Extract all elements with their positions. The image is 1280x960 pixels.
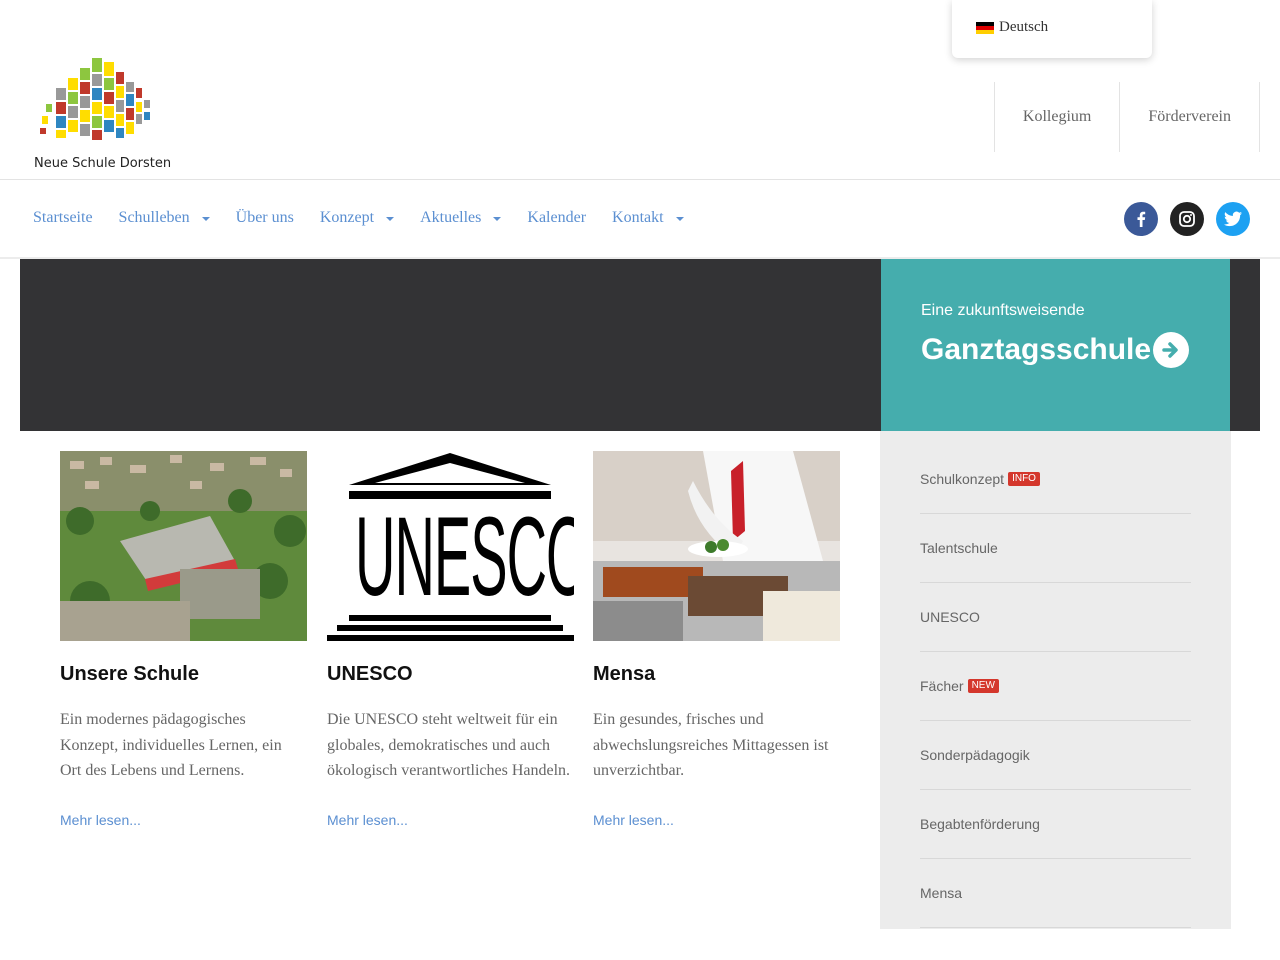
nav-item-label: Konzept bbox=[319, 209, 375, 226]
card-text: Ein modernes pädagogisches Konzept, indi… bbox=[60, 711, 282, 779]
hero-subtitle: Eine zukunftsweisende bbox=[921, 302, 1085, 319]
sidebar-item-begabtenfoerderung[interactable]: Begabtenförderung bbox=[920, 790, 1191, 859]
card-unesco: UNESCO UNESCO Die UNESCO steht weltweit … bbox=[327, 451, 574, 828]
german-flag-icon bbox=[976, 22, 994, 34]
sidebar-item-talentschule[interactable]: Talentschule bbox=[920, 514, 1191, 583]
sidebar-item-faecher[interactable]: Fächer NEW bbox=[920, 652, 1191, 721]
read-more-link[interactable]: Mehr lesen... bbox=[327, 812, 574, 828]
card-title: UNESCO bbox=[327, 663, 413, 685]
sidebar-item-label: Begabtenförderung bbox=[920, 816, 1040, 832]
sidebar-item-unesco[interactable]: UNESCO bbox=[920, 583, 1191, 652]
card-text: Ein gesundes, frisches und abwechslungsr… bbox=[593, 711, 829, 779]
read-more-link[interactable]: Mehr lesen... bbox=[593, 812, 840, 828]
nav-item-label: Aktuelles bbox=[420, 209, 482, 226]
nav-item-aktuelles[interactable]: Aktuelles bbox=[407, 198, 514, 238]
hero-title: Ganztagsschule bbox=[921, 333, 1152, 366]
card-image-mensa-food[interactable] bbox=[593, 451, 840, 641]
twitter-icon bbox=[1224, 211, 1242, 227]
info-badge: INFO bbox=[1008, 472, 1040, 486]
language-selector[interactable]: Deutsch bbox=[952, 0, 1152, 58]
hero-title-row: Ganztagsschule bbox=[921, 332, 1190, 368]
logo-text: Neue Schule Dorsten bbox=[34, 156, 172, 171]
sidebar-menu: Schulkonzept INFO Talentschule UNESCO Fä… bbox=[880, 431, 1231, 929]
top-link-kollegium[interactable]: Kollegium bbox=[993, 82, 1119, 152]
caret-down-icon bbox=[675, 217, 684, 221]
card-image-unesco-logo[interactable]: UNESCO bbox=[327, 451, 574, 641]
header-divider bbox=[0, 179, 1280, 180]
caret-down-icon bbox=[201, 217, 210, 221]
site-logo[interactable]: Neue Schule Dorsten bbox=[30, 52, 180, 178]
card-mensa: Mensa Ein gesundes, frisches und abwechs… bbox=[593, 451, 840, 828]
nav-item-startseite[interactable]: Startseite bbox=[20, 198, 106, 238]
hero-cta-panel[interactable]: Eine zukunftsweisende Ganztagsschule bbox=[881, 259, 1230, 431]
arrow-right-circle-icon bbox=[1153, 332, 1190, 368]
nav-item-konzept[interactable]: Konzept bbox=[307, 198, 407, 238]
social-links bbox=[1124, 202, 1250, 236]
caret-down-icon bbox=[493, 217, 502, 221]
nav-item-label: Kontakt bbox=[612, 209, 664, 226]
instagram-icon bbox=[1179, 211, 1195, 227]
twitter-button[interactable] bbox=[1216, 202, 1250, 236]
card-title: Unsere Schule bbox=[60, 663, 199, 685]
new-badge: NEW bbox=[967, 679, 999, 693]
facebook-icon bbox=[1137, 211, 1146, 227]
card-unsere-schule: Unsere Schule Ein modernes pädagogisches… bbox=[60, 451, 307, 828]
sidebar-item-label: Talentschule bbox=[920, 540, 998, 556]
sidebar-item-label: Sonderpädagogik bbox=[920, 747, 1030, 763]
sidebar-item-mensa[interactable]: Mensa bbox=[920, 859, 1191, 928]
sidebar-item-label: Fächer bbox=[920, 678, 964, 694]
language-label: Deutsch bbox=[999, 19, 1049, 35]
unesco-logo-text: UNESCO bbox=[355, 493, 574, 619]
sidebar-item-label: UNESCO bbox=[920, 609, 980, 625]
top-link-foerderverein[interactable]: Förderverein bbox=[1119, 82, 1260, 152]
nav-item-label: Schulleben bbox=[118, 209, 190, 226]
card-image-school-aerial[interactable] bbox=[60, 451, 307, 641]
sidebar-item-label: Mensa bbox=[920, 885, 963, 901]
card-title: Mensa bbox=[593, 663, 656, 685]
nav-item-kontakt[interactable]: Kontakt bbox=[599, 198, 697, 238]
sidebar-item-schulkonzept[interactable]: Schulkonzept INFO bbox=[920, 431, 1191, 514]
card-text: Die UNESCO steht weltweit für ein global… bbox=[327, 711, 571, 779]
nav-item-label: Über uns bbox=[235, 209, 294, 226]
sidebar-item-sonderpaedagogik[interactable]: Sonderpädagogik bbox=[920, 721, 1191, 790]
facebook-button[interactable] bbox=[1124, 202, 1158, 236]
instagram-button[interactable] bbox=[1170, 202, 1204, 236]
nav-item-label: Kalender bbox=[527, 209, 587, 226]
read-more-link[interactable]: Mehr lesen... bbox=[60, 812, 307, 828]
nav-item-ueber-uns[interactable]: Über uns bbox=[223, 198, 307, 238]
nav-item-label: Startseite bbox=[33, 209, 93, 226]
nav-item-schulleben[interactable]: Schulleben bbox=[106, 198, 223, 238]
sidebar-item-label: Schulkonzept bbox=[920, 471, 1005, 487]
main-navigation: Startseite Schulleben Über uns Konzept A… bbox=[20, 198, 697, 238]
nav-item-kalender[interactable]: Kalender bbox=[514, 198, 599, 238]
caret-down-icon bbox=[386, 217, 395, 221]
school-building-logo-icon bbox=[40, 58, 150, 140]
top-links: Kollegium Förderverein bbox=[993, 82, 1260, 152]
